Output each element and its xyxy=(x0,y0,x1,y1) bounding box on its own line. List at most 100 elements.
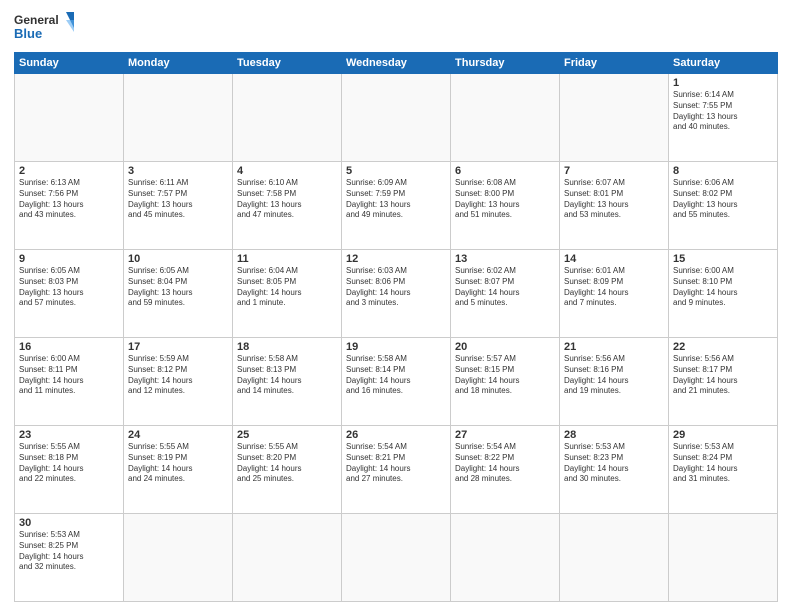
calendar-cell: 19Sunrise: 5:58 AM Sunset: 8:14 PM Dayli… xyxy=(342,338,451,426)
calendar-cell: 17Sunrise: 5:59 AM Sunset: 8:12 PM Dayli… xyxy=(124,338,233,426)
calendar-week-row: 23Sunrise: 5:55 AM Sunset: 8:18 PM Dayli… xyxy=(15,426,778,514)
cell-info: Sunrise: 6:14 AM Sunset: 7:55 PM Dayligh… xyxy=(673,90,773,133)
cell-info: Sunrise: 6:05 AM Sunset: 8:04 PM Dayligh… xyxy=(128,266,228,309)
calendar-cell xyxy=(342,514,451,602)
col-header-sunday: Sunday xyxy=(15,53,124,74)
day-number: 10 xyxy=(128,253,228,265)
day-number: 23 xyxy=(19,429,119,441)
cell-info: Sunrise: 5:57 AM Sunset: 8:15 PM Dayligh… xyxy=(455,354,555,397)
svg-text:General: General xyxy=(14,13,59,27)
cell-info: Sunrise: 5:55 AM Sunset: 8:20 PM Dayligh… xyxy=(237,442,337,485)
day-number: 26 xyxy=(346,429,446,441)
calendar-week-row: 9Sunrise: 6:05 AM Sunset: 8:03 PM Daylig… xyxy=(15,250,778,338)
day-number: 19 xyxy=(346,341,446,353)
col-header-tuesday: Tuesday xyxy=(233,53,342,74)
calendar-cell: 9Sunrise: 6:05 AM Sunset: 8:03 PM Daylig… xyxy=(15,250,124,338)
calendar-cell: 4Sunrise: 6:10 AM Sunset: 7:58 PM Daylig… xyxy=(233,162,342,250)
calendar-header-row: SundayMondayTuesdayWednesdayThursdayFrid… xyxy=(15,53,778,74)
calendar-cell xyxy=(233,74,342,162)
cell-info: Sunrise: 5:54 AM Sunset: 8:21 PM Dayligh… xyxy=(346,442,446,485)
calendar-cell xyxy=(560,74,669,162)
day-number: 16 xyxy=(19,341,119,353)
calendar-cell: 13Sunrise: 6:02 AM Sunset: 8:07 PM Dayli… xyxy=(451,250,560,338)
calendar-cell: 2Sunrise: 6:13 AM Sunset: 7:56 PM Daylig… xyxy=(15,162,124,250)
cell-info: Sunrise: 6:11 AM Sunset: 7:57 PM Dayligh… xyxy=(128,178,228,221)
day-number: 7 xyxy=(564,165,664,177)
day-number: 29 xyxy=(673,429,773,441)
cell-info: Sunrise: 6:07 AM Sunset: 8:01 PM Dayligh… xyxy=(564,178,664,221)
day-number: 17 xyxy=(128,341,228,353)
calendar-cell xyxy=(124,514,233,602)
calendar-week-row: 16Sunrise: 6:00 AM Sunset: 8:11 PM Dayli… xyxy=(15,338,778,426)
calendar-cell: 20Sunrise: 5:57 AM Sunset: 8:15 PM Dayli… xyxy=(451,338,560,426)
day-number: 24 xyxy=(128,429,228,441)
calendar-cell: 5Sunrise: 6:09 AM Sunset: 7:59 PM Daylig… xyxy=(342,162,451,250)
calendar-table: SundayMondayTuesdayWednesdayThursdayFrid… xyxy=(14,52,778,602)
day-number: 4 xyxy=(237,165,337,177)
cell-info: Sunrise: 6:10 AM Sunset: 7:58 PM Dayligh… xyxy=(237,178,337,221)
calendar-week-row: 1Sunrise: 6:14 AM Sunset: 7:55 PM Daylig… xyxy=(15,74,778,162)
cell-info: Sunrise: 6:09 AM Sunset: 7:59 PM Dayligh… xyxy=(346,178,446,221)
calendar-cell: 22Sunrise: 5:56 AM Sunset: 8:17 PM Dayli… xyxy=(669,338,778,426)
calendar-cell: 15Sunrise: 6:00 AM Sunset: 8:10 PM Dayli… xyxy=(669,250,778,338)
day-number: 20 xyxy=(455,341,555,353)
day-number: 12 xyxy=(346,253,446,265)
calendar-cell: 10Sunrise: 6:05 AM Sunset: 8:04 PM Dayli… xyxy=(124,250,233,338)
calendar-cell: 23Sunrise: 5:55 AM Sunset: 8:18 PM Dayli… xyxy=(15,426,124,514)
calendar-cell: 21Sunrise: 5:56 AM Sunset: 8:16 PM Dayli… xyxy=(560,338,669,426)
day-number: 3 xyxy=(128,165,228,177)
day-number: 13 xyxy=(455,253,555,265)
calendar-week-row: 30Sunrise: 5:53 AM Sunset: 8:25 PM Dayli… xyxy=(15,514,778,602)
header: General Blue xyxy=(14,10,778,46)
calendar-cell: 14Sunrise: 6:01 AM Sunset: 8:09 PM Dayli… xyxy=(560,250,669,338)
day-number: 22 xyxy=(673,341,773,353)
calendar-cell: 11Sunrise: 6:04 AM Sunset: 8:05 PM Dayli… xyxy=(233,250,342,338)
calendar-cell: 12Sunrise: 6:03 AM Sunset: 8:06 PM Dayli… xyxy=(342,250,451,338)
day-number: 2 xyxy=(19,165,119,177)
cell-info: Sunrise: 5:53 AM Sunset: 8:23 PM Dayligh… xyxy=(564,442,664,485)
calendar-cell xyxy=(15,74,124,162)
cell-info: Sunrise: 5:56 AM Sunset: 8:16 PM Dayligh… xyxy=(564,354,664,397)
calendar-cell: 16Sunrise: 6:00 AM Sunset: 8:11 PM Dayli… xyxy=(15,338,124,426)
calendar-cell: 25Sunrise: 5:55 AM Sunset: 8:20 PM Dayli… xyxy=(233,426,342,514)
day-number: 28 xyxy=(564,429,664,441)
cell-info: Sunrise: 5:54 AM Sunset: 8:22 PM Dayligh… xyxy=(455,442,555,485)
day-number: 5 xyxy=(346,165,446,177)
calendar-cell xyxy=(342,74,451,162)
calendar-week-row: 2Sunrise: 6:13 AM Sunset: 7:56 PM Daylig… xyxy=(15,162,778,250)
calendar-cell: 7Sunrise: 6:07 AM Sunset: 8:01 PM Daylig… xyxy=(560,162,669,250)
calendar-cell xyxy=(233,514,342,602)
cell-info: Sunrise: 6:13 AM Sunset: 7:56 PM Dayligh… xyxy=(19,178,119,221)
calendar-cell xyxy=(560,514,669,602)
day-number: 21 xyxy=(564,341,664,353)
cell-info: Sunrise: 5:56 AM Sunset: 8:17 PM Dayligh… xyxy=(673,354,773,397)
col-header-wednesday: Wednesday xyxy=(342,53,451,74)
col-header-friday: Friday xyxy=(560,53,669,74)
day-number: 9 xyxy=(19,253,119,265)
day-number: 1 xyxy=(673,77,773,89)
day-number: 27 xyxy=(455,429,555,441)
page: General Blue SundayMondayTuesdayWednesda… xyxy=(0,0,792,612)
col-header-monday: Monday xyxy=(124,53,233,74)
day-number: 14 xyxy=(564,253,664,265)
calendar-cell xyxy=(451,74,560,162)
day-number: 30 xyxy=(19,517,119,529)
logo-svg: General Blue xyxy=(14,10,74,46)
col-header-thursday: Thursday xyxy=(451,53,560,74)
cell-info: Sunrise: 6:06 AM Sunset: 8:02 PM Dayligh… xyxy=(673,178,773,221)
calendar-cell: 24Sunrise: 5:55 AM Sunset: 8:19 PM Dayli… xyxy=(124,426,233,514)
calendar-cell: 18Sunrise: 5:58 AM Sunset: 8:13 PM Dayli… xyxy=(233,338,342,426)
calendar-cell xyxy=(669,514,778,602)
cell-info: Sunrise: 5:59 AM Sunset: 8:12 PM Dayligh… xyxy=(128,354,228,397)
cell-info: Sunrise: 6:00 AM Sunset: 8:10 PM Dayligh… xyxy=(673,266,773,309)
calendar-cell: 3Sunrise: 6:11 AM Sunset: 7:57 PM Daylig… xyxy=(124,162,233,250)
calendar-cell: 8Sunrise: 6:06 AM Sunset: 8:02 PM Daylig… xyxy=(669,162,778,250)
cell-info: Sunrise: 5:55 AM Sunset: 8:18 PM Dayligh… xyxy=(19,442,119,485)
cell-info: Sunrise: 6:00 AM Sunset: 8:11 PM Dayligh… xyxy=(19,354,119,397)
calendar-cell: 26Sunrise: 5:54 AM Sunset: 8:21 PM Dayli… xyxy=(342,426,451,514)
cell-info: Sunrise: 5:55 AM Sunset: 8:19 PM Dayligh… xyxy=(128,442,228,485)
calendar-cell: 6Sunrise: 6:08 AM Sunset: 8:00 PM Daylig… xyxy=(451,162,560,250)
day-number: 8 xyxy=(673,165,773,177)
cell-info: Sunrise: 5:53 AM Sunset: 8:24 PM Dayligh… xyxy=(673,442,773,485)
logo: General Blue xyxy=(14,10,74,46)
